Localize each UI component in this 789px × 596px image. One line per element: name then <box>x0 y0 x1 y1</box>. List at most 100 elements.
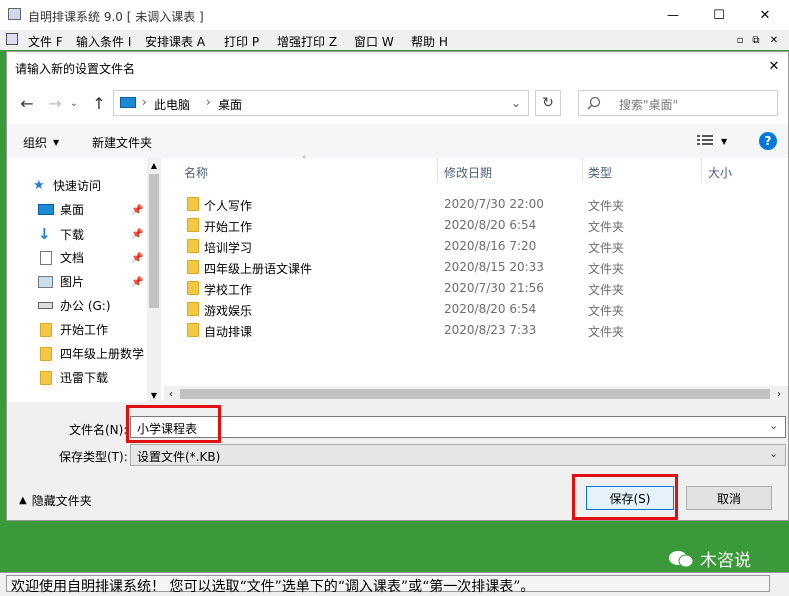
file-row[interactable]: 开始工作 2020/8/20 6:54 文件夹 <box>164 215 788 235</box>
watermark: 木咨说 <box>668 546 751 571</box>
cancel-button[interactable]: 取消 <box>686 486 772 510</box>
app-icon <box>8 8 21 20</box>
column-header-type[interactable]: 类型 <box>588 164 612 181</box>
breadcrumb-desktop[interactable]: 桌面 <box>218 96 242 113</box>
file-date: 2020/8/20 6:54 <box>444 302 537 316</box>
pc-icon <box>120 97 136 108</box>
sidebar-item-folder[interactable]: 四年级上册数学 <box>40 345 144 362</box>
app-title: 自明排课系统 9.0 [ 未调入课表 ] <box>28 10 204 24</box>
file-date: 2020/8/23 7:33 <box>444 323 537 337</box>
file-row[interactable]: 四年级上册语文课件 2020/8/15 20:33 文件夹 <box>164 257 788 277</box>
sidebar-label: 桌面 <box>60 203 85 217</box>
folder-icon <box>187 323 199 337</box>
menu-help[interactable]: 帮助 H <box>411 33 448 50</box>
sidebar-label: 图片 <box>60 275 85 289</box>
hide-folders-toggle[interactable]: ▲ 隐藏文件夹 <box>19 492 92 509</box>
menu-file[interactable]: 文件 F <box>28 33 63 50</box>
sidebar-scroll-thumb[interactable] <box>149 174 159 308</box>
organize-chevron-icon: ▼ <box>53 138 60 147</box>
sidebar-item-documents[interactable]: 文档 <box>38 249 84 266</box>
maximize-button[interactable]: ☐ <box>696 0 742 30</box>
sidebar-scrollbar[interactable]: ▲ ▼ <box>147 158 161 402</box>
column-divider <box>701 158 702 182</box>
sidebar-item-desktop[interactable]: 桌面 <box>38 201 84 218</box>
recent-locations-chevron-icon[interactable]: ⌄ <box>67 92 81 114</box>
view-list-icon <box>697 134 713 149</box>
scroll-left-icon[interactable]: ‹ <box>164 386 178 402</box>
menu-schedule[interactable]: 安排课表 A <box>145 33 205 50</box>
filename-dropdown-icon[interactable]: ⌄ <box>769 419 778 432</box>
file-row[interactable]: 培训学习 2020/8/16 7:20 文件夹 <box>164 236 788 256</box>
search-box[interactable]: 搜索"桌面" <box>578 90 778 116</box>
column-header-date[interactable]: 修改日期 <box>444 164 492 181</box>
help-icon[interactable]: ? <box>759 132 777 150</box>
column-header-size[interactable]: 大小 <box>708 164 732 181</box>
sidebar-item-downloads[interactable]: ↓ 下载 <box>38 225 84 243</box>
filetype-select[interactable]: 设置文件(*.KB) ⌄ <box>130 444 786 466</box>
pin-icon: 📌 <box>131 205 144 216</box>
menu-window[interactable]: 窗口 W <box>354 33 394 50</box>
sidebar-item-folder[interactable]: 迅雷下载 <box>40 369 108 386</box>
file-row[interactable]: 个人写作 2020/7/30 22:00 文件夹 <box>164 194 788 214</box>
file-row[interactable]: 游戏娱乐 2020/8/20 6:54 文件夹 <box>164 299 788 319</box>
refresh-button[interactable]: ↻ <box>535 90 561 116</box>
folder-icon <box>187 281 199 295</box>
pin-icon: 📌 <box>131 253 144 264</box>
scroll-up-icon[interactable]: ▲ <box>147 158 161 172</box>
menu-enhanced-print[interactable]: 增强打印 Z <box>277 33 337 50</box>
address-dropdown-icon[interactable]: ⌄ <box>506 93 526 113</box>
save-dialog: 请输入新的设置文件名 ✕ ← → ⌄ ↑ › 此电脑 › 桌面 ⌄ ↻ 搜索"桌… <box>6 51 789 521</box>
back-button[interactable]: ← <box>15 92 39 114</box>
dialog-close-button[interactable]: ✕ <box>762 56 786 76</box>
column-divider <box>437 158 438 182</box>
breadcrumb-this-pc[interactable]: 此电脑 <box>154 96 190 113</box>
filetype-value: 设置文件(*.KB) <box>137 450 221 464</box>
minimize-button[interactable]: — <box>650 0 696 30</box>
mdi-close-button[interactable]: ✕ <box>766 32 782 48</box>
filetype-dropdown-icon: ⌄ <box>769 447 779 460</box>
status-text-panel: 欢迎使用自明排课系统！ 您可以选取“文件”选单下的“调入课表”或“第一次排课表”… <box>6 575 770 595</box>
sidebar-item-drive-g[interactable]: 办公 (G:) <box>38 297 111 314</box>
column-divider <box>582 158 583 182</box>
file-row[interactable]: 学校工作 2020/7/30 21:56 文件夹 <box>164 278 788 298</box>
file-name: 培训学习 <box>204 241 253 255</box>
scroll-right-icon[interactable]: › <box>772 386 786 402</box>
file-date: 2020/7/30 22:00 <box>444 197 544 211</box>
breadcrumb-sep-2: › <box>206 95 211 109</box>
mdi-restore-button[interactable]: ⧉ <box>748 32 764 48</box>
up-button[interactable]: ↑ <box>89 92 109 114</box>
pin-icon: 📌 <box>131 277 144 288</box>
hscroll-thumb[interactable] <box>180 389 770 399</box>
app-title-bar: 自明排课系统 9.0 [ 未调入课表 ] — ☐ ✕ <box>0 0 789 30</box>
filename-input[interactable]: 小学课程表 ⌄ <box>130 416 786 438</box>
sidebar-item-folder[interactable]: 开始工作 <box>40 321 108 338</box>
scroll-down-icon[interactable]: ▼ <box>147 388 161 402</box>
sidebar-item-pictures[interactable]: 图片 <box>38 273 84 290</box>
hide-folders-label: 隐藏文件夹 <box>31 494 92 508</box>
breadcrumb-sep-1: › <box>142 95 147 109</box>
file-row[interactable]: 自动排课 2020/8/23 7:33 文件夹 <box>164 320 788 340</box>
file-date: 2020/7/30 21:56 <box>444 281 544 295</box>
sidebar-item-quick-access[interactable]: ★ 快速访问 <box>33 177 101 194</box>
menu-print[interactable]: 打印 P <box>224 33 259 50</box>
organize-menu[interactable]: 组织 ▼ <box>23 134 59 151</box>
sidebar-label: 下载 <box>60 227 85 242</box>
sidebar-label: 迅雷下载 <box>60 371 109 385</box>
address-bar[interactable]: › 此电脑 › 桌面 ⌄ <box>113 90 529 116</box>
close-button[interactable]: ✕ <box>742 0 788 30</box>
column-header-name[interactable]: 名称 <box>184 164 208 181</box>
filename-highlight-box <box>126 405 221 443</box>
file-list-hscrollbar[interactable]: ‹ › <box>164 386 788 402</box>
view-options-button[interactable]: ▼ <box>697 134 727 149</box>
mdi-minimize-button[interactable]: ▫ <box>732 32 748 48</box>
file-type: 文件夹 <box>588 220 625 234</box>
new-folder-button[interactable]: 新建文件夹 <box>92 134 152 151</box>
file-name: 自动排课 <box>204 325 253 339</box>
filename-label: 文件名(N): <box>69 423 128 437</box>
file-type: 文件夹 <box>588 262 625 276</box>
sidebar-label: 四年级上册数学 <box>60 347 145 361</box>
star-icon: ★ <box>33 178 45 193</box>
menu-input[interactable]: 输入条件 I <box>76 33 131 50</box>
file-name: 四年级上册语文课件 <box>204 262 313 276</box>
forward-button[interactable]: → <box>43 92 67 114</box>
